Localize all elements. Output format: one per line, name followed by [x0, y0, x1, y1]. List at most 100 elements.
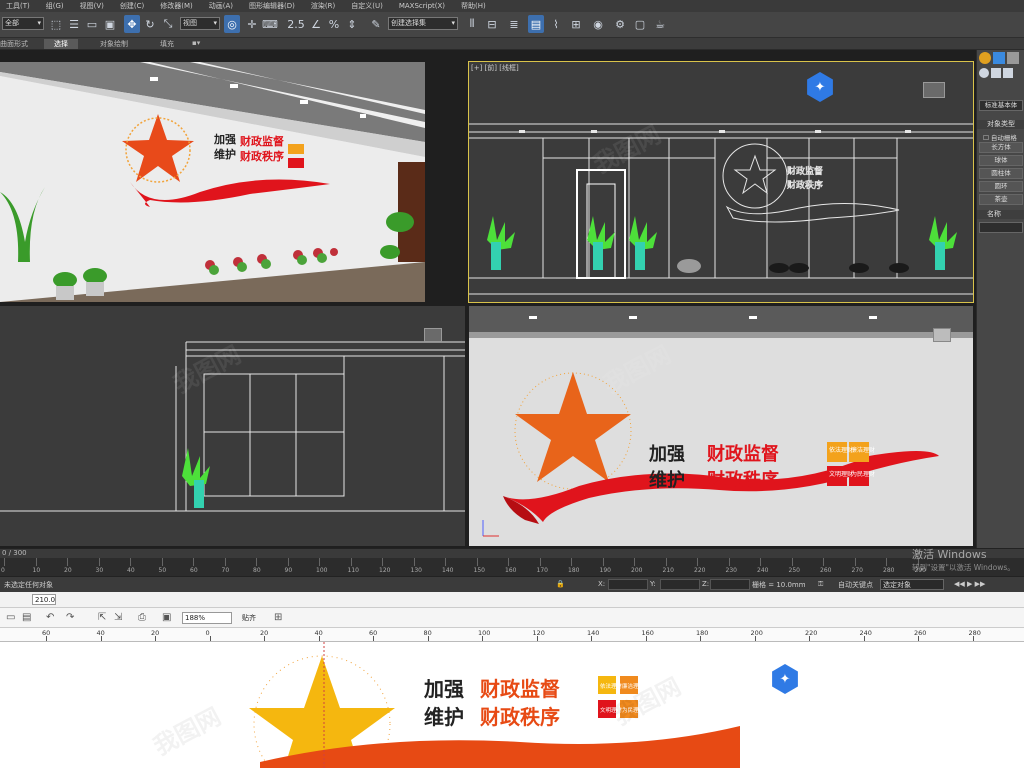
select-by-name-icon[interactable]: ☰	[66, 15, 82, 33]
menu-item-6[interactable]: 图形编辑器(D)	[243, 1, 305, 11]
lock-selection-icon[interactable]: 🔒	[556, 580, 565, 588]
geometry-icon[interactable]	[979, 68, 989, 78]
tab-surface[interactable]: 曲面形式	[0, 39, 28, 49]
key-icon[interactable]: ⚿	[818, 580, 823, 589]
select-manipulate-icon[interactable]: ✛	[244, 15, 260, 33]
layer-manager-icon[interactable]: ≣	[506, 15, 522, 33]
torus-button[interactable]: 圆环	[979, 181, 1023, 192]
selected-objects-dropdown[interactable]: 选定对象	[880, 579, 944, 590]
menu-item-9[interactable]: MAXScript(X)	[393, 2, 455, 10]
z-coord-field[interactable]	[710, 579, 750, 590]
viewcube-icon[interactable]	[923, 82, 945, 98]
menu-item-7[interactable]: 渲染(R)	[305, 1, 345, 11]
selection-filter-dropdown[interactable]: 全部	[2, 17, 44, 30]
snap-options-icon[interactable]: ⊞	[274, 612, 282, 623]
named-selection-dropdown[interactable]: 创建选择集	[388, 17, 458, 30]
ribbon-options-icon[interactable]: ▪▾	[192, 39, 200, 47]
percent-snap-icon[interactable]: %	[326, 15, 342, 33]
app-launcher-icon[interactable]: ▣	[162, 612, 171, 623]
shapes-icon[interactable]	[991, 68, 1001, 78]
main-toolbar: 全部 ⬚ ☰ ▭ ▣ ✥ ↻ ⤡ 视图 ◎ ✛ ⌨ 2.5 ∠ % ⇕ ✎ 创建…	[0, 12, 1024, 38]
menu-item-2[interactable]: 视图(V)	[74, 1, 114, 11]
redo-icon[interactable]: ↷	[66, 612, 74, 623]
menu-item-10[interactable]: 帮助(H)	[455, 1, 496, 11]
activation-subtitle: 转到"设置"以激活 Windows。	[912, 563, 1015, 572]
keyboard-shortcut-icon[interactable]: ⌨	[262, 15, 278, 33]
angle-snap-icon[interactable]: ∠	[308, 15, 324, 33]
viewport-label-front[interactable]: [+] [前] [线框]	[471, 63, 519, 73]
align-icon[interactable]: ⊟	[484, 15, 500, 33]
menu-item-3[interactable]: 创建(C)	[114, 1, 154, 11]
name-field[interactable]	[979, 222, 1023, 233]
cylinder-button[interactable]: 圆柱体	[979, 168, 1023, 179]
snap-toggle-icon[interactable]: 2.5	[287, 15, 305, 33]
reference-coord-dropdown[interactable]: 视图	[180, 17, 220, 30]
modify-tab-icon[interactable]	[993, 52, 1005, 64]
rollout-object-type[interactable]: 对象类型	[977, 120, 1024, 129]
new-doc-icon[interactable]: ▭	[6, 612, 15, 623]
auto-key-button[interactable]: 自动关键点	[838, 580, 873, 590]
sphere-button[interactable]: 球体	[979, 155, 1023, 166]
mirror-icon[interactable]: ⫴	[464, 15, 480, 33]
hierarchy-tab-icon[interactable]	[1007, 52, 1019, 64]
menu-item-0[interactable]: 工具(T)	[0, 1, 40, 11]
viewport-front[interactable]: 财政监督 财政秩序 [+] [前] [线框] ✦	[468, 61, 974, 303]
viewport-perspective[interactable]: 加强 财政监督 维护 财政秩序	[0, 62, 425, 302]
window-crossing-icon[interactable]: ▣	[102, 15, 118, 33]
playback-controls-icon[interactable]: ◀◀ ▶ ▶▶	[954, 580, 985, 588]
x-coord-field[interactable]	[608, 579, 648, 590]
time-slider[interactable]: 0 / 300	[0, 548, 1024, 558]
viewport-left[interactable]	[0, 306, 465, 546]
select-rotate-icon[interactable]: ↻	[142, 15, 158, 33]
zoom-dropdown[interactable]: 188%	[182, 612, 232, 624]
snap-to-dropdown[interactable]: 贴齐	[242, 613, 256, 623]
select-object-icon[interactable]: ⬚	[48, 15, 64, 33]
timeline-tick-label: 270	[851, 567, 863, 574]
viewcube-left-icon[interactable]	[424, 328, 442, 342]
select-scale-icon[interactable]: ⤡	[160, 15, 176, 33]
undo-icon[interactable]: ↶	[46, 612, 54, 623]
material-editor-icon[interactable]: ◉	[590, 15, 606, 33]
horizontal-ruler[interactable]: 60 40 20 0 20 40 60 80 100 120 140 160 180 200 220 240 2…	[0, 628, 1024, 642]
camera-render: 加强 财政监督 维护 财政秩序 依法理财 廉洁理财 文明理财 为民理财	[469, 306, 973, 537]
rect-region-icon[interactable]: ▭	[84, 15, 100, 33]
wall-text-line1-red: 财政监督	[239, 134, 284, 148]
pivot-center-icon[interactable]: ◎	[224, 15, 240, 33]
rendered-frame-icon[interactable]: ▢	[632, 15, 648, 33]
tab-selection[interactable]: 选择	[44, 39, 78, 49]
box-button[interactable]: 长方体	[979, 142, 1023, 153]
create-tab-icon[interactable]	[979, 52, 991, 64]
page-width-field[interactable]: 210.0	[32, 594, 56, 605]
menu-item-5[interactable]: 动画(A)	[203, 1, 243, 11]
render-setup-icon[interactable]: ⚙	[612, 15, 628, 33]
menu-item-1[interactable]: 组(G)	[40, 1, 74, 11]
select-move-icon[interactable]: ✥	[124, 15, 140, 33]
open-icon[interactable]: ▤	[22, 612, 31, 623]
tab-populate[interactable]: 填充	[160, 39, 174, 49]
curve-editor-icon[interactable]: ⌇	[548, 15, 564, 33]
autogrid-checkbox[interactable]: ☐ 自动栅格	[983, 132, 1017, 142]
timeline-tick-mark	[224, 558, 226, 566]
viewcube-camera-icon[interactable]	[933, 328, 951, 342]
scene-explorer-icon[interactable]: ▤	[528, 15, 544, 33]
ruler-tick-label: 20	[260, 629, 269, 637]
menu-item-8[interactable]: 自定义(U)	[345, 1, 393, 11]
export-icon[interactable]: ⇲	[114, 612, 122, 623]
import-icon[interactable]: ⇱	[98, 612, 106, 623]
print-icon[interactable]: ⎙	[138, 612, 146, 623]
menu-item-4[interactable]: 修改器(M)	[154, 1, 203, 11]
z-label: Z:	[702, 580, 710, 588]
lights-icon[interactable]	[1003, 68, 1013, 78]
track-bar[interactable]: 0 10 20 30 40 50 60 70 80 90 100 110 120 130 140 150 160…	[0, 558, 1024, 576]
y-coord-field[interactable]	[660, 579, 700, 590]
primitive-type-dropdown[interactable]: 标准基本体	[979, 100, 1023, 111]
viewport-camera[interactable]: 加强 财政监督 维护 财政秩序 依法理财 廉洁理财 文明理财 为民理财	[469, 306, 973, 546]
rollout-name[interactable]: 名称	[977, 210, 1024, 219]
teapot-button[interactable]: 茶壶	[979, 194, 1023, 205]
edit-named-sets-icon[interactable]: ✎	[368, 15, 384, 33]
drawing-canvas[interactable]: 加强 财政监督 维护 财政秩序 依法理财 廉洁理财 文明理财 为民理财 ✦ 我图…	[0, 642, 1024, 768]
schematic-view-icon[interactable]: ⊞	[568, 15, 584, 33]
render-teapot-icon[interactable]: ☕	[652, 15, 668, 33]
tab-object-paint[interactable]: 对象绘制	[100, 39, 128, 49]
spinner-snap-icon[interactable]: ⇕	[344, 15, 360, 33]
